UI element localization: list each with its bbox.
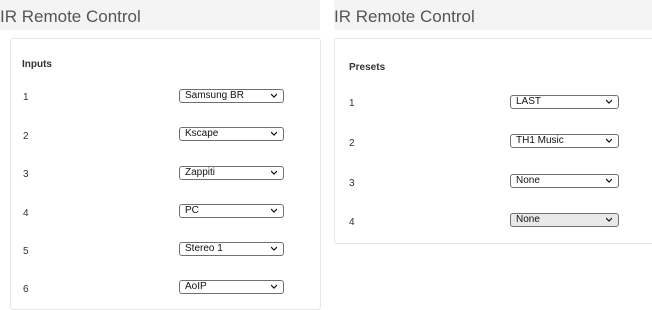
panel-header: IR Remote Control — [0, 0, 320, 30]
inputs-section-title: Inputs — [22, 59, 52, 70]
input-select-4[interactable]: PC — [179, 204, 284, 218]
inputs-card: Inputs 1 Samsung BR 2 Kscape 3 Zappiti 4… — [10, 38, 321, 310]
chevron-down-icon — [271, 246, 277, 252]
input-select-1[interactable]: Samsung BR — [179, 89, 284, 103]
ir-remote-control-panel-inputs: IR Remote Control Inputs 1 Samsung BR 2 … — [0, 0, 321, 310]
preset-select-1[interactable]: LAST — [510, 95, 619, 109]
input-select-value-6: AoIP — [185, 281, 207, 292]
input-select-2[interactable]: Kscape — [179, 127, 284, 141]
input-select-6[interactable]: AoIP — [179, 280, 284, 294]
input-row-label-1: 1 — [23, 92, 29, 103]
chevron-down-icon — [271, 131, 277, 137]
input-row-label-3: 3 — [23, 169, 29, 180]
preset-select-value-3: None — [516, 175, 540, 186]
chevron-down-icon — [271, 208, 277, 214]
input-select-value-2: Kscape — [185, 128, 219, 139]
preset-row-label-3: 3 — [349, 178, 355, 189]
preset-row-label-1: 1 — [349, 98, 355, 109]
preset-select-3[interactable]: None — [510, 174, 619, 188]
presets-section-title: Presets — [349, 62, 386, 73]
input-row-label-2: 2 — [23, 131, 29, 142]
input-select-value-5: Stereo 1 — [185, 243, 223, 254]
preset-select-4[interactable]: None — [510, 213, 619, 227]
input-select-value-1: Samsung BR — [185, 90, 244, 101]
preset-select-value-1: LAST — [516, 96, 542, 107]
input-row-label-6: 6 — [23, 284, 29, 295]
panel-title: IR Remote Control — [0, 7, 141, 26]
chevron-down-icon — [606, 178, 612, 184]
chevron-down-icon — [271, 93, 277, 99]
input-select-5[interactable]: Stereo 1 — [179, 242, 284, 256]
input-select-3[interactable]: Zappiti — [179, 166, 284, 180]
input-select-value-4: PC — [185, 205, 199, 216]
input-select-value-3: Zappiti — [185, 167, 216, 178]
preset-select-value-2: TH1 Music — [516, 135, 564, 146]
ir-remote-control-panel-presets: IR Remote Control Presets 1 LAST 2 TH1 M… — [334, 0, 652, 250]
preset-row-label-4: 4 — [349, 217, 355, 228]
presets-card: Presets 1 LAST 2 TH1 Music 3 None 4 None — [334, 38, 652, 244]
chevron-down-icon — [606, 138, 612, 144]
chevron-down-icon — [271, 170, 277, 176]
preset-select-2[interactable]: TH1 Music — [510, 134, 619, 148]
input-row-label-5: 5 — [23, 246, 29, 257]
chevron-down-icon — [606, 99, 612, 105]
preset-select-value-4: None — [516, 214, 540, 225]
panel-title: IR Remote Control — [334, 7, 475, 26]
panel-header: IR Remote Control — [334, 0, 652, 30]
input-row-label-4: 4 — [23, 208, 29, 219]
chevron-down-icon — [606, 217, 612, 223]
chevron-down-icon — [271, 284, 277, 290]
preset-row-label-2: 2 — [349, 138, 355, 149]
